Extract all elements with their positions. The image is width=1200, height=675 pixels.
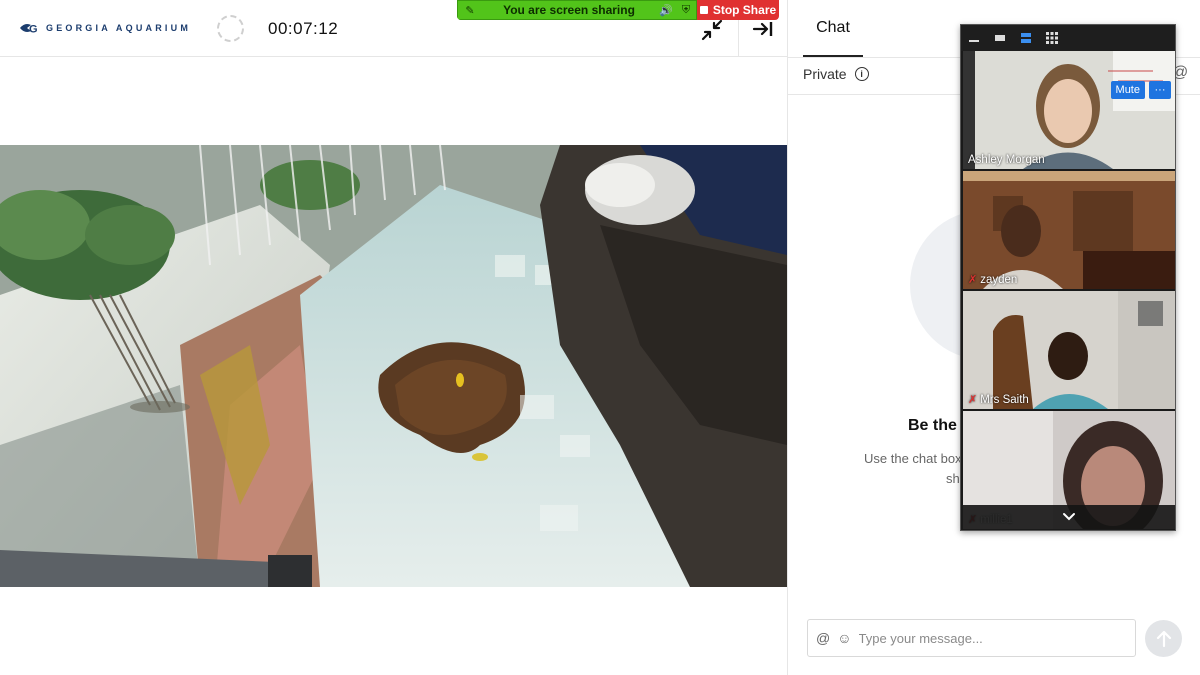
emoji-icon[interactable]: ☺ bbox=[837, 630, 851, 646]
meeting-app: G GEORGIA AQUARIUM 00:07:12 ✎ You are sc… bbox=[0, 0, 1200, 675]
mic-muted-icon: ✗ bbox=[968, 394, 978, 406]
chat-message-input[interactable] bbox=[858, 623, 1135, 653]
participants-video-window[interactable]: Mute ··· Ashley Morgan ✗ zayden ✗ Mrs Sa… bbox=[960, 24, 1176, 531]
shield-icon[interactable]: ⛨ bbox=[676, 4, 696, 17]
participant-tile[interactable]: ✗ Mrs Saith bbox=[963, 291, 1175, 409]
meeting-timer: 00:07:12 bbox=[268, 19, 339, 38]
video-window-toolbar bbox=[961, 25, 1175, 51]
mute-button[interactable]: Mute bbox=[1110, 81, 1145, 99]
participant-video bbox=[963, 171, 1175, 289]
empty-chat-subtitle: Use the chat box bbox=[864, 451, 962, 466]
speaker-view-icon[interactable] bbox=[1019, 31, 1033, 45]
aquarium-logo-icon: G bbox=[20, 24, 38, 36]
gallery-view-icon[interactable] bbox=[1045, 31, 1059, 45]
aquarium-scene-image bbox=[0, 145, 787, 587]
svg-text:G: G bbox=[29, 24, 38, 36]
screen-share-banner: ✎ You are screen sharing 🔊 ⛨ Stop Share bbox=[457, 0, 779, 20]
send-button[interactable] bbox=[1145, 620, 1182, 657]
logo-text: GEORGIA AQUARIUM bbox=[46, 23, 192, 33]
participant-name: ✗ zayden bbox=[968, 273, 1018, 287]
sharing-status[interactable]: ✎ You are screen sharing 🔊 ⛨ bbox=[457, 0, 697, 20]
georgia-aquarium-logo: G GEORGIA AQUARIUM bbox=[18, 21, 191, 35]
at-icon[interactable]: @ bbox=[816, 630, 830, 646]
audio-icon[interactable]: 🔊 bbox=[656, 4, 676, 17]
participant-name: ✗ Mrs Saith bbox=[968, 393, 1029, 407]
shared-screen-video bbox=[0, 145, 787, 587]
tab-chat[interactable]: Chat bbox=[803, 0, 863, 57]
stop-icon bbox=[699, 6, 708, 14]
arrow-to-right-icon bbox=[752, 21, 773, 36]
participant-tile[interactable]: ✗ zayden bbox=[963, 171, 1175, 289]
stop-share-label: Stop Share bbox=[712, 3, 777, 17]
send-arrow-icon bbox=[1156, 630, 1171, 647]
info-icon[interactable]: i bbox=[854, 67, 869, 81]
stop-share-button[interactable]: Stop Share bbox=[697, 0, 779, 20]
participant-name-label: zayden bbox=[980, 273, 1018, 286]
exit-fullscreen-icon[interactable] bbox=[700, 18, 724, 42]
chat-composer: @ ☺ bbox=[807, 619, 1136, 657]
participant-video bbox=[963, 51, 1175, 169]
participant-video bbox=[963, 291, 1175, 409]
loading-spinner-icon bbox=[217, 15, 244, 42]
expand-participants-button[interactable] bbox=[963, 505, 1175, 529]
minimize-icon[interactable] bbox=[967, 31, 981, 45]
sharing-status-text: You are screen sharing bbox=[503, 3, 635, 17]
chevron-down-icon bbox=[1063, 513, 1075, 521]
participant-name-label: Mrs Saith bbox=[980, 393, 1029, 406]
strip-view-icon[interactable] bbox=[993, 31, 1007, 45]
more-options-button[interactable]: ··· bbox=[1149, 81, 1171, 99]
empty-chat-subtitle-line2: sh bbox=[946, 471, 960, 486]
empty-chat-title: Be the bbox=[908, 417, 957, 434]
private-chat-selector[interactable]: Private i bbox=[803, 66, 869, 82]
participant-name-label: Ashley Morgan bbox=[968, 154, 1045, 166]
participant-name: Ashley Morgan bbox=[968, 154, 1045, 166]
mic-muted-icon: ✗ bbox=[968, 274, 978, 286]
participant-tile[interactable]: Mute ··· Ashley Morgan bbox=[963, 51, 1175, 169]
private-label: Private bbox=[803, 66, 847, 82]
pin-icon[interactable]: ✎ bbox=[458, 4, 482, 17]
